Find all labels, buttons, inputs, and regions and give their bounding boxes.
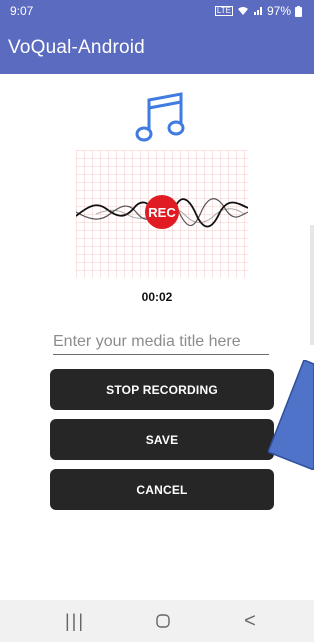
app-bar: VoQual-Android bbox=[0, 22, 314, 74]
volte-icon: LTE bbox=[214, 6, 233, 16]
status-time: 9:07 bbox=[10, 4, 34, 18]
wifi-icon bbox=[237, 7, 248, 15]
battery-percent: 97% bbox=[266, 4, 291, 18]
rec-label: REC bbox=[148, 205, 176, 220]
recording-timer: 00:02 bbox=[141, 290, 173, 304]
cancel-button[interactable]: CANCEL bbox=[50, 469, 274, 510]
stop-recording-button[interactable]: STOP RECORDING bbox=[50, 369, 274, 410]
recents-button[interactable]: ||| bbox=[50, 600, 100, 642]
annotation-arrow-icon bbox=[268, 360, 314, 470]
status-bar: 9:07 LTE 97% bbox=[0, 0, 314, 22]
navigation-bar: ||| < bbox=[0, 600, 314, 642]
edge-panel-handle[interactable] bbox=[310, 225, 314, 345]
home-icon bbox=[156, 614, 170, 628]
recording-waveform-image: REC bbox=[76, 150, 248, 278]
signal-icon bbox=[253, 7, 262, 15]
home-button[interactable] bbox=[138, 600, 188, 642]
save-button[interactable]: SAVE bbox=[50, 419, 274, 460]
media-title-input[interactable] bbox=[53, 330, 269, 355]
status-icons: LTE 97% bbox=[214, 4, 302, 18]
app-title: VoQual-Android bbox=[8, 37, 145, 58]
music-note-icon bbox=[135, 92, 185, 142]
battery-icon bbox=[295, 5, 302, 17]
back-button[interactable]: < bbox=[225, 600, 275, 642]
